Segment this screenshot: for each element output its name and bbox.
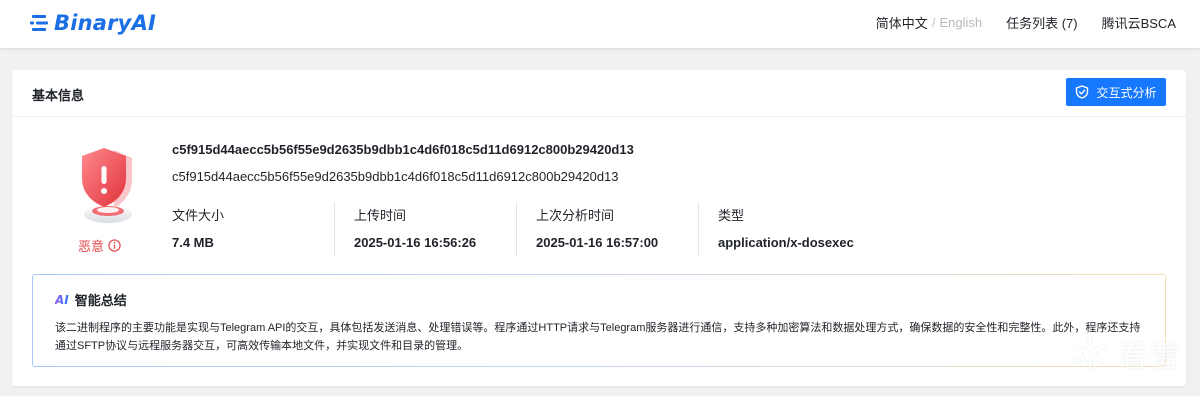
meta-value: 2025-01-16 16:56:26 <box>354 235 477 250</box>
basic-info-card: 基本信息 交互式分析 恶意 c5f915d44aecc5b56f55e9d263… <box>12 70 1186 386</box>
language-chinese-link[interactable]: 简体中文 <box>876 13 928 32</box>
meta-upload-time: 上传时间 2025-01-16 16:56:26 <box>334 202 516 256</box>
ai-summary-header: AI 智能总结 <box>55 290 127 309</box>
meta-file-type: 类型 application/x-dosexec <box>698 202 880 256</box>
brand-name: BinaryAI <box>54 11 157 35</box>
meta-label: 上次分析时间 <box>536 208 615 223</box>
malicious-shield-icon <box>82 148 132 223</box>
ai-sparkle-icon: AI <box>55 292 69 307</box>
ai-summary-text: 该二进制程序的主要功能是实现与Telegram API的交互，具体包括发送消息、… <box>55 322 1141 352</box>
binaryai-logo-icon <box>30 15 48 31</box>
verdict-label: 恶意 <box>78 236 121 255</box>
user-account-menu[interactable]: 腾讯云BSCA <box>1102 13 1176 32</box>
file-hash-secondary: c5f915d44aecc5b56f55e9d2635b9dbb1c4d6f01… <box>172 169 619 184</box>
meta-value: 2025-01-16 16:57:00 <box>536 235 659 250</box>
meta-value: application/x-dosexec <box>718 235 854 250</box>
ai-summary-title: 智能总结 <box>74 293 127 308</box>
meta-label: 上传时间 <box>354 208 407 223</box>
brand-logo[interactable]: BinaryAI <box>30 9 156 37</box>
verdict-text: 恶意 <box>78 239 105 254</box>
info-circle-icon[interactable] <box>108 239 121 252</box>
meta-file-size: 文件大小 7.4 MB <box>172 202 354 256</box>
meta-value: 7.4 MB <box>172 235 214 250</box>
interactive-analysis-button[interactable]: 交互式分析 <box>1066 78 1166 106</box>
task-list-link[interactable]: 任务列表 (7) <box>1006 13 1078 32</box>
shield-check-icon <box>1076 85 1089 99</box>
kanxue-snowflake-icon <box>1074 336 1106 372</box>
meta-label: 类型 <box>718 208 745 223</box>
card-header: 基本信息 交互式分析 <box>12 70 1186 117</box>
card-title: 基本信息 <box>32 88 85 103</box>
interactive-analysis-label: 交互式分析 <box>1096 85 1157 100</box>
language-english-link[interactable]: English <box>939 15 982 30</box>
watermark-text: 看雪 <box>1118 341 1182 374</box>
top-nav: 简体中文 / English 任务列表 (7) 腾讯云BSCA <box>876 0 1176 44</box>
file-metadata: 文件大小 7.4 MB 上传时间 2025-01-16 16:56:26 上次分… <box>172 202 900 256</box>
ai-summary-panel: AI 智能总结 该二进制程序的主要功能是实现与Telegram API的交互，具… <box>32 274 1166 367</box>
file-hash-primary: c5f915d44aecc5b56f55e9d2635b9dbb1c4d6f01… <box>172 142 634 157</box>
language-separator: / <box>931 14 936 30</box>
watermark: 看雪 <box>1068 332 1182 376</box>
meta-label: 文件大小 <box>172 208 225 223</box>
top-navigation-bar: BinaryAI 简体中文 / English 任务列表 (7) 腾讯云BSCA <box>0 0 1200 48</box>
meta-last-analysis-time: 上次分析时间 2025-01-16 16:57:00 <box>516 202 698 256</box>
ai-summary-body: AI 智能总结 该二进制程序的主要功能是实现与Telegram API的交互，具… <box>33 275 1165 366</box>
